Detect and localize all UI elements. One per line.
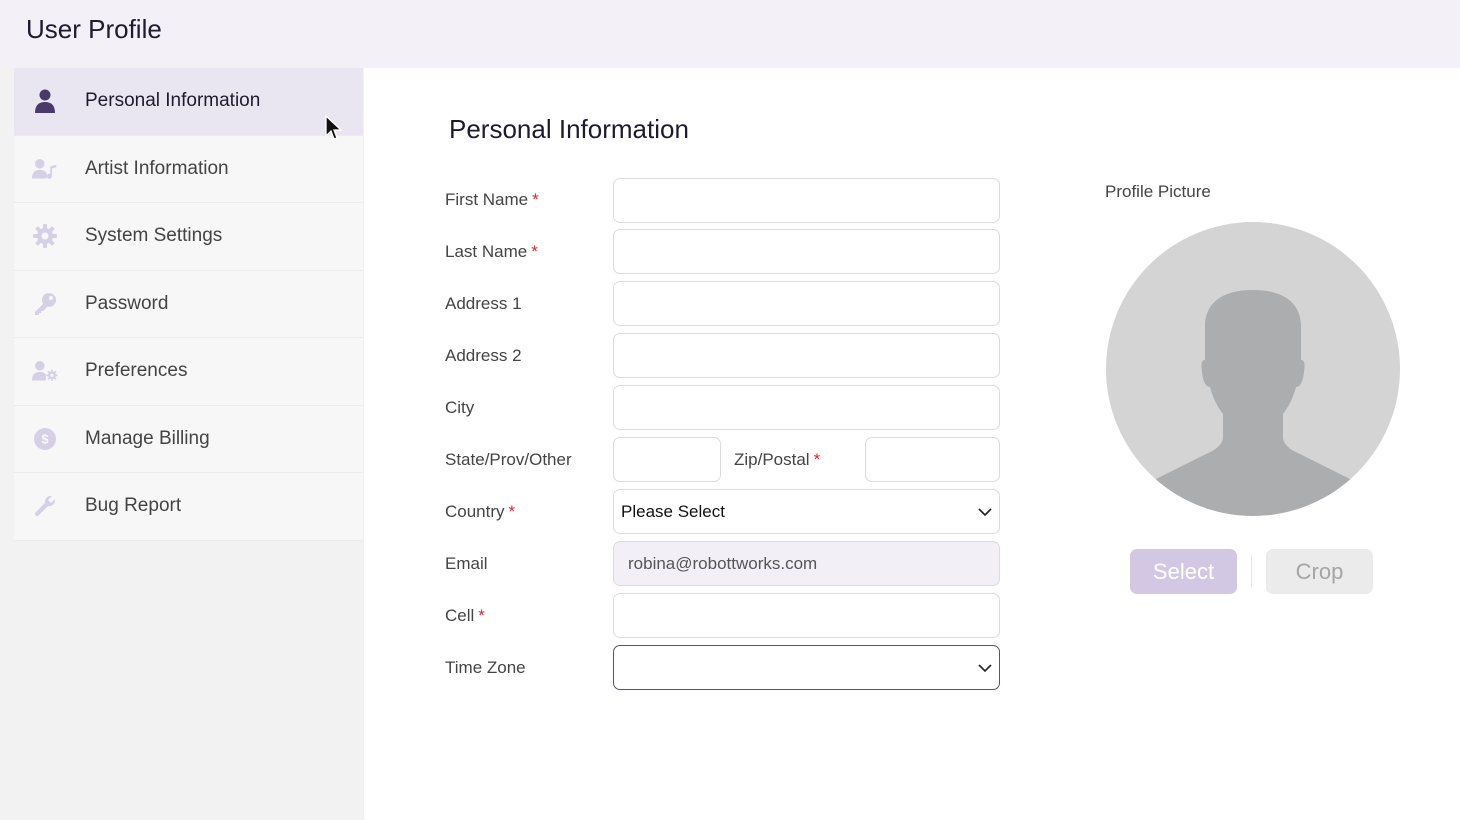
timezone-label: Time Zone [445, 658, 526, 677]
label-text: Country [445, 502, 505, 521]
sidebar-item-manage-billing[interactable]: $ Manage Billing [14, 405, 363, 473]
zip-label: Zip/Postal * [734, 450, 820, 470]
sidebar-item-label: Personal Information [85, 90, 261, 112]
page-title: Personal Information [449, 114, 689, 144]
sidebar-item-label: Artist Information [85, 157, 229, 179]
required-marker: * [531, 242, 538, 261]
gear-icon [32, 223, 58, 249]
chevron-down-icon [978, 663, 992, 672]
sidebar-item-personal-information[interactable]: Personal Information [14, 68, 363, 136]
required-marker: * [508, 502, 516, 521]
first-name-input[interactable] [613, 178, 1000, 223]
label-text: Cell [445, 606, 475, 625]
address2-label: Address 2 [445, 346, 522, 365]
timezone-select[interactable] [613, 645, 1000, 690]
state-label: State/Prov/Other [445, 450, 572, 469]
sidebar-item-label: Password [85, 292, 169, 314]
country-label: Country * [445, 502, 515, 522]
sidebar-item-preferences[interactable]: Preferences [14, 338, 363, 406]
state-input[interactable] [613, 437, 721, 482]
address2-input[interactable] [613, 333, 1000, 378]
required-marker: * [813, 450, 821, 469]
mouse-cursor-icon [325, 114, 343, 140]
select-picture-button[interactable]: Select [1130, 549, 1237, 594]
avatar-placeholder-icon [1106, 222, 1400, 516]
email-label: Email [445, 554, 488, 573]
email-input[interactable] [613, 541, 1000, 586]
country-select[interactable]: Please Select [613, 489, 1000, 534]
sidebar-item-bug-report[interactable]: Bug Report [14, 473, 363, 541]
sidebar-item-system-settings[interactable]: System Settings [14, 203, 363, 271]
crop-picture-button[interactable]: Crop [1266, 549, 1373, 594]
address1-input[interactable] [613, 281, 1000, 326]
button-divider [1251, 555, 1252, 587]
top-bar: User Profile [0, 0, 1460, 68]
chevron-down-icon [978, 507, 992, 516]
cell-label: Cell * [445, 606, 485, 626]
main-panel: Personal Information First Name * Last Na… [364, 68, 1460, 820]
sidebar-item-label: System Settings [85, 225, 223, 247]
cell-input[interactable] [613, 593, 1000, 638]
sidebar-item-label: Bug Report [85, 495, 182, 517]
sidebar: Personal Information Artist Information … [0, 68, 364, 820]
sidebar-item-label: Preferences [85, 360, 188, 382]
label-text: First Name [445, 190, 529, 209]
user-gear-icon [32, 358, 58, 384]
user-icon [32, 88, 58, 114]
city-label: City [445, 398, 475, 417]
sidebar-item-artist-information[interactable]: Artist Information [14, 135, 363, 203]
address1-label: Address 1 [445, 294, 522, 313]
first-name-label: First Name * [445, 190, 539, 210]
required-marker: * [478, 606, 485, 625]
city-input[interactable] [613, 385, 1000, 430]
country-selected-value: Please Select [621, 501, 725, 521]
label-text: Last Name [445, 242, 528, 261]
zip-input[interactable] [865, 437, 1000, 482]
sidebar-nav: Personal Information Artist Information … [14, 68, 363, 541]
last-name-label: Last Name * [445, 242, 538, 262]
sidebar-item-password[interactable]: Password [14, 270, 363, 338]
dollar-circle-icon: $ [32, 426, 58, 452]
svg-text:$: $ [41, 431, 49, 446]
key-icon [32, 291, 58, 317]
user-music-icon [32, 156, 58, 182]
last-name-input[interactable] [613, 229, 1000, 274]
app-title: User Profile [26, 14, 162, 44]
label-text: Zip/Postal [734, 450, 810, 469]
sidebar-item-label: Manage Billing [85, 427, 210, 449]
profile-picture-label: Profile Picture [1105, 182, 1211, 201]
required-marker: * [532, 190, 539, 209]
wrench-icon [32, 493, 58, 519]
